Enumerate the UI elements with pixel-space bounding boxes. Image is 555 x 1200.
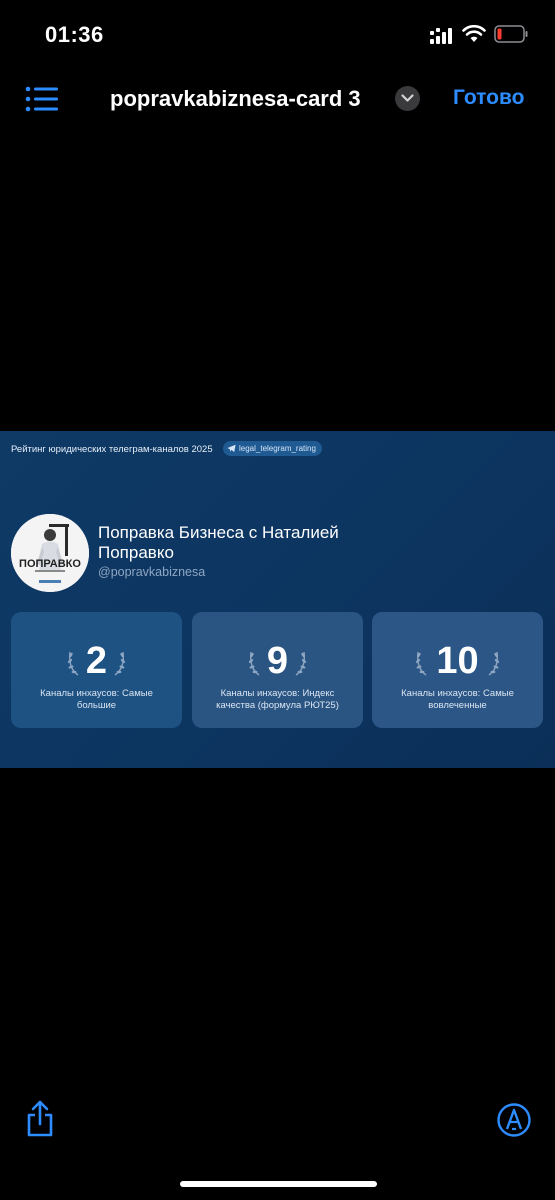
status-bar: 01:36 — [0, 0, 555, 70]
card-heading: Рейтинг юридических телеграм-каналов 202… — [11, 444, 213, 455]
stat-value: 10 — [436, 640, 479, 682]
title-menu-button[interactable] — [395, 86, 420, 111]
avatar-logo-text: ПОПРАВКО — [19, 558, 81, 570]
channel-handle: @popravkabiznesa — [98, 565, 206, 579]
laurel-right-icon — [295, 651, 307, 676]
done-button[interactable]: Готово — [453, 86, 524, 110]
list-icon[interactable] — [25, 86, 59, 112]
stat-value: 9 — [266, 640, 289, 682]
tag-label: legal_telegram_rating — [239, 444, 316, 453]
markup-icon[interactable] — [496, 1102, 532, 1138]
rating-card-image: Рейтинг юридических телеграм-каналов 202… — [0, 431, 555, 768]
stat-card: 10 Каналы инхаусов: Самые вовлеченные — [372, 612, 543, 728]
cellular-signal-icon — [430, 28, 452, 44]
stat-card: 9 Каналы инхаусов: Индекс качества (форм… — [192, 612, 363, 728]
home-indicator[interactable] — [180, 1181, 377, 1187]
stat-label: Каналы инхаусов: Самые вовлеченные — [401, 688, 514, 711]
stat-value: 2 — [85, 640, 108, 682]
channel-avatar: ПОПРАВКО — [11, 514, 89, 592]
wifi-icon — [462, 25, 486, 42]
share-icon[interactable] — [25, 1100, 55, 1138]
bottom-toolbar — [0, 1090, 555, 1150]
channel-name: Поправка Бизнеса с Наталией Поправко — [98, 523, 339, 562]
status-time: 01:36 — [45, 22, 104, 47]
nav-bar: popravkabiznesa-card 3 Готово — [0, 70, 555, 128]
battery-icon — [494, 25, 528, 43]
laurel-right-icon — [114, 651, 126, 676]
avatar-photo: ПОПРАВКО — [11, 514, 89, 592]
document-title[interactable]: popravkabiznesa-card 3 — [110, 86, 361, 112]
stat-card: 2 Каналы инхаусов: Самые большие — [11, 612, 182, 728]
telegram-icon — [227, 444, 236, 453]
stat-label: Каналы инхаусов: Самые большие — [40, 688, 153, 711]
stat-label: Каналы инхаусов: Индекс качества (формул… — [216, 688, 339, 711]
chevron-down-icon — [401, 94, 414, 102]
telegram-tag: legal_telegram_rating — [223, 441, 322, 456]
laurel-right-icon — [488, 651, 500, 676]
